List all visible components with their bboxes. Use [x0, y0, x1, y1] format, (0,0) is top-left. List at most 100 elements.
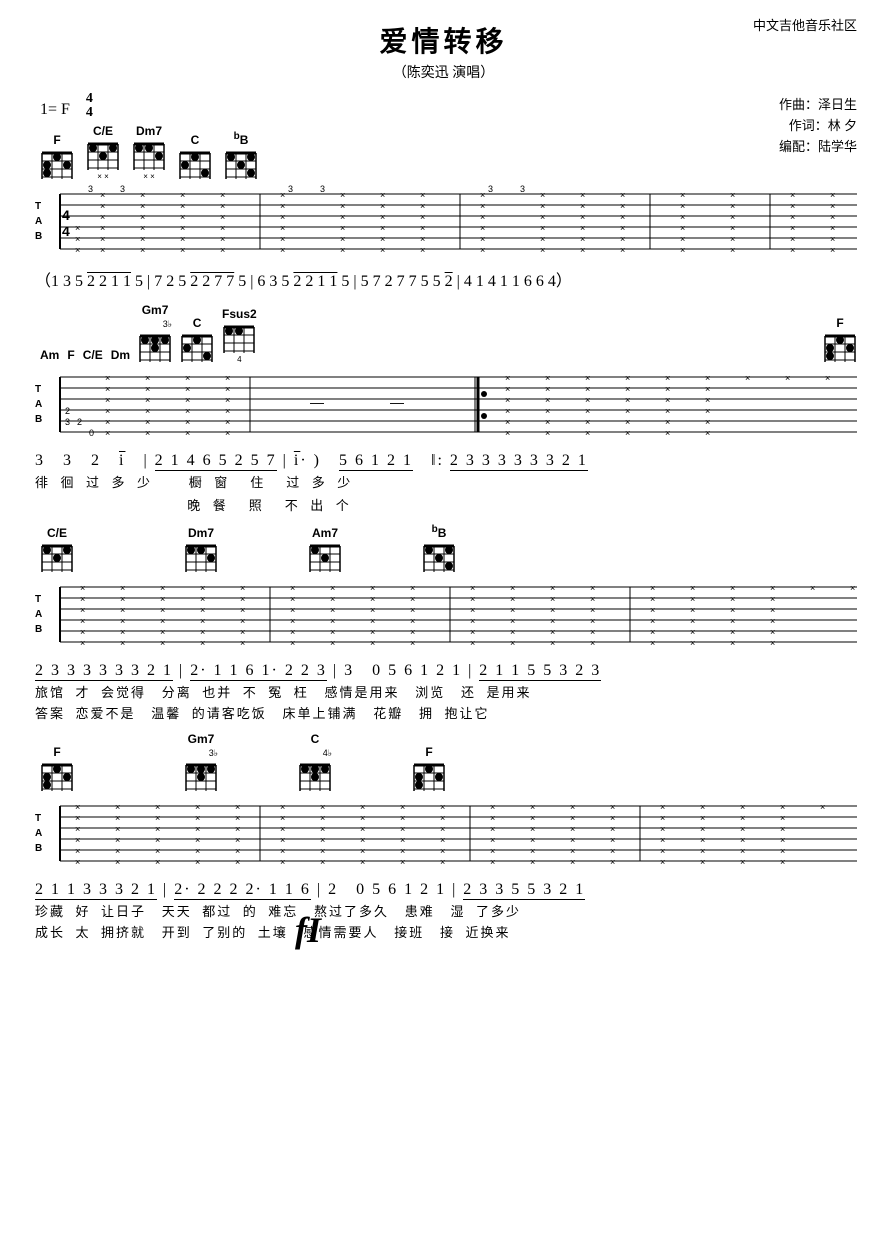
svg-text:×: × [570, 802, 575, 812]
svg-text:×: × [410, 638, 415, 648]
svg-text:×: × [770, 627, 775, 637]
chord-C2-diagram [180, 332, 214, 364]
svg-text:×: × [220, 223, 225, 233]
svg-text:×: × [105, 373, 110, 383]
svg-text:×: × [530, 813, 535, 823]
svg-text:×: × [185, 384, 190, 394]
svg-text:×: × [570, 824, 575, 834]
svg-text:×: × [100, 190, 105, 200]
svg-text:×: × [690, 616, 695, 626]
svg-text:×: × [665, 373, 670, 383]
svg-text:×: × [115, 857, 120, 867]
svg-text:×: × [680, 190, 685, 200]
chord-Am7: Am7 [308, 526, 342, 574]
svg-text:×: × [540, 212, 545, 222]
svg-text:×: × [180, 245, 185, 255]
chord-F5-diagram [412, 761, 446, 793]
chord-bB: bB [224, 131, 258, 181]
svg-text:×: × [780, 802, 785, 812]
svg-text:×: × [505, 395, 510, 405]
svg-text:×: × [790, 201, 795, 211]
page: 中文吉他音乐社区 爱情转移 （陈奕迅 演唱） 作曲：泽日生 作词：林 夕 编配：… [0, 0, 887, 971]
svg-text:×: × [590, 638, 595, 648]
svg-text:×: × [145, 406, 150, 416]
svg-text:×: × [530, 846, 535, 856]
svg-text:×: × [785, 373, 790, 383]
svg-text:×: × [75, 824, 80, 834]
svg-text:×: × [585, 428, 590, 438]
svg-text:×: × [690, 605, 695, 615]
svg-text:×: × [665, 428, 670, 438]
svg-text:×: × [825, 373, 830, 383]
svg-text:×: × [185, 428, 190, 438]
svg-text:×: × [505, 406, 510, 416]
svg-text:×: × [650, 627, 655, 637]
arranger-credit: 编配：陆学华 [779, 137, 857, 158]
svg-text:×: × [235, 846, 240, 856]
svg-text:×: × [730, 212, 735, 222]
svg-text:×: × [550, 594, 555, 604]
svg-text:×: × [530, 824, 535, 834]
svg-text:×: × [585, 384, 590, 394]
svg-text:×: × [235, 824, 240, 834]
svg-text:×: × [155, 835, 160, 845]
svg-text:×: × [280, 234, 285, 244]
svg-text:×: × [115, 835, 120, 845]
svg-text:×: × [220, 234, 225, 244]
svg-text:0: 0 [89, 428, 94, 438]
svg-text:×: × [850, 583, 855, 593]
svg-text:×: × [700, 857, 705, 867]
svg-text:×: × [510, 594, 515, 604]
svg-text:×: × [625, 373, 630, 383]
svg-text:×: × [180, 201, 185, 211]
title-area: 爱情转移 （陈奕迅 演唱） [30, 20, 857, 82]
svg-text:×: × [105, 384, 110, 394]
chord-Dm7-2: Dm7 [184, 526, 218, 574]
svg-text:×: × [490, 846, 495, 856]
svg-text:×: × [545, 384, 550, 394]
svg-text:×: × [545, 395, 550, 405]
svg-text:×: × [660, 813, 665, 823]
svg-text:×: × [240, 594, 245, 604]
svg-text:×: × [360, 835, 365, 845]
credits: 作曲：泽日生 作词：林 夕 编配：陆学华 [779, 95, 857, 157]
svg-text:×: × [115, 813, 120, 823]
chorus-lyrics1: 旅馆 才 会觉得 分离 也并 不 冤 枉 感情是用来 浏览 还 是用来 [35, 682, 857, 701]
svg-text:×: × [745, 373, 750, 383]
svg-text:×: × [585, 417, 590, 427]
svg-text:×: × [145, 373, 150, 383]
svg-text:×: × [620, 234, 625, 244]
chord-F5: F [412, 745, 446, 793]
svg-text:×: × [280, 857, 285, 867]
svg-text:×: × [610, 802, 615, 812]
svg-text:×: × [780, 857, 785, 867]
svg-text:×: × [75, 813, 80, 823]
svg-text:×: × [220, 245, 225, 255]
svg-text:×: × [770, 616, 775, 626]
svg-text:×: × [545, 428, 550, 438]
svg-text:×: × [790, 212, 795, 222]
svg-text:×: × [195, 835, 200, 845]
svg-text:×: × [290, 638, 295, 648]
svg-text:×: × [620, 190, 625, 200]
svg-text:×: × [770, 583, 775, 593]
svg-text:×: × [290, 594, 295, 604]
chord-Dm: Dm [111, 348, 130, 364]
svg-text:×: × [730, 245, 735, 255]
svg-text:×: × [740, 824, 745, 834]
svg-text:×: × [180, 212, 185, 222]
svg-text:—: — [390, 394, 404, 410]
svg-text:×: × [360, 857, 365, 867]
svg-text:×: × [705, 406, 710, 416]
svg-text:×: × [540, 223, 545, 233]
bridge-chord-diagrams: F Gm7 [30, 732, 857, 793]
svg-text:×: × [590, 627, 595, 637]
chord-bB2: bB [422, 524, 456, 574]
chord-bB2-diagram [422, 542, 456, 574]
svg-text:×: × [115, 802, 120, 812]
svg-text:×: × [730, 594, 735, 604]
svg-text:×: × [240, 627, 245, 637]
svg-text:×: × [80, 605, 85, 615]
svg-text:×: × [185, 406, 190, 416]
svg-text:×: × [470, 638, 475, 648]
